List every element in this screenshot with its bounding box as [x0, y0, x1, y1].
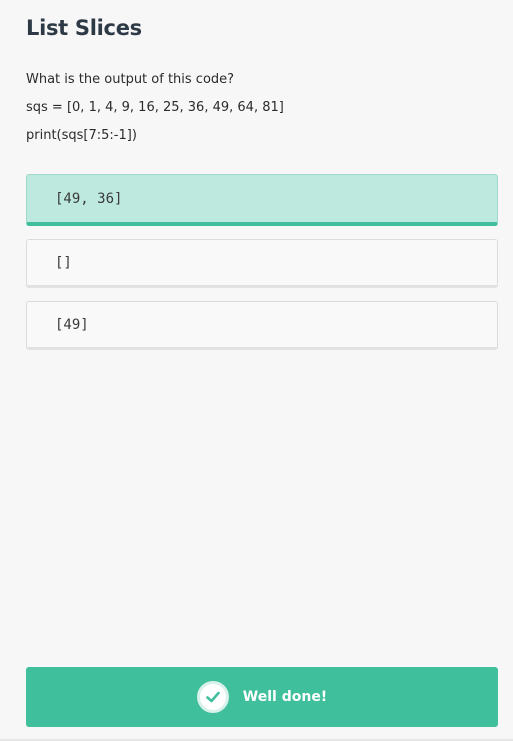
- code-line: print(sqs[7:5:-1]): [26, 128, 137, 143]
- answer-option-correct[interactable]: [49, 36]: [26, 174, 498, 226]
- answer-option-label: [49]: [55, 316, 89, 333]
- page-title: List Slices: [26, 16, 142, 40]
- answer-option-label: []: [55, 254, 72, 271]
- answer-option[interactable]: [49]: [26, 301, 498, 350]
- question-prompt: What is the output of this code?: [26, 72, 235, 87]
- feedback-message: Well done!: [242, 689, 328, 705]
- code-line: sqs = [0, 1, 4, 9, 16, 25, 36, 49, 64, 8…: [26, 100, 284, 115]
- check-icon: [196, 681, 229, 713]
- answer-options: [49, 36] [] [49]: [26, 174, 498, 363]
- answer-option-label: [49, 36]: [55, 190, 123, 207]
- question-block: What is the output of this code? sqs = […: [26, 66, 284, 150]
- quiz-page: List Slices What is the output of this c…: [0, 0, 513, 741]
- feedback-bar[interactable]: Well done!: [26, 667, 498, 727]
- answer-option[interactable]: []: [26, 239, 498, 288]
